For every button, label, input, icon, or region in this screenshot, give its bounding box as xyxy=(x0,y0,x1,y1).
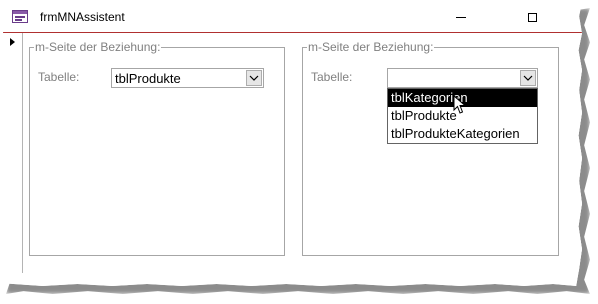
minimize-button[interactable] xyxy=(438,2,484,32)
right-combobox-dropdown-button[interactable] xyxy=(520,70,536,86)
left-group-label: m-Seite der Beziehung: xyxy=(34,40,162,54)
right-table-combobox[interactable] xyxy=(387,68,538,88)
title-bar: frmMNAssistent xyxy=(2,2,582,33)
left-combobox-dropdown-button[interactable] xyxy=(246,70,262,86)
form-body: m-Seite der Beziehung: Tabelle: tblProdu… xyxy=(2,33,582,286)
mouse-pointer-icon xyxy=(453,95,467,114)
left-table-combobox-value: tblProdukte xyxy=(115,71,181,86)
right-group-label: m-Seite der Beziehung: xyxy=(307,40,435,54)
minimize-icon xyxy=(456,16,466,18)
maximize-button[interactable] xyxy=(509,2,555,32)
right-relation-group: m-Seite der Beziehung: Tabelle: tblKateg… xyxy=(302,40,559,256)
left-relation-group: m-Seite der Beziehung: Tabelle: tblProdu… xyxy=(29,40,285,256)
chevron-down-icon xyxy=(249,75,259,81)
left-table-combobox[interactable]: tblProdukte xyxy=(111,68,264,88)
right-table-label: Tabelle: xyxy=(311,70,353,84)
window-title: frmMNAssistent xyxy=(40,10,125,24)
dropdown-item-tblproduktekategorien[interactable]: tblProdukteKategorien xyxy=(388,125,537,143)
form-window: frmMNAssistent m-Seite der Beziehung: Ta… xyxy=(2,2,582,286)
record-selector[interactable] xyxy=(2,33,23,273)
form-icon xyxy=(12,10,28,23)
maximize-icon xyxy=(527,12,537,22)
chevron-down-icon xyxy=(523,75,533,81)
left-table-label: Tabelle: xyxy=(38,70,80,84)
current-record-arrow-icon xyxy=(10,38,15,46)
form-detail-section: m-Seite der Beziehung: Tabelle: tblProdu… xyxy=(23,33,582,273)
